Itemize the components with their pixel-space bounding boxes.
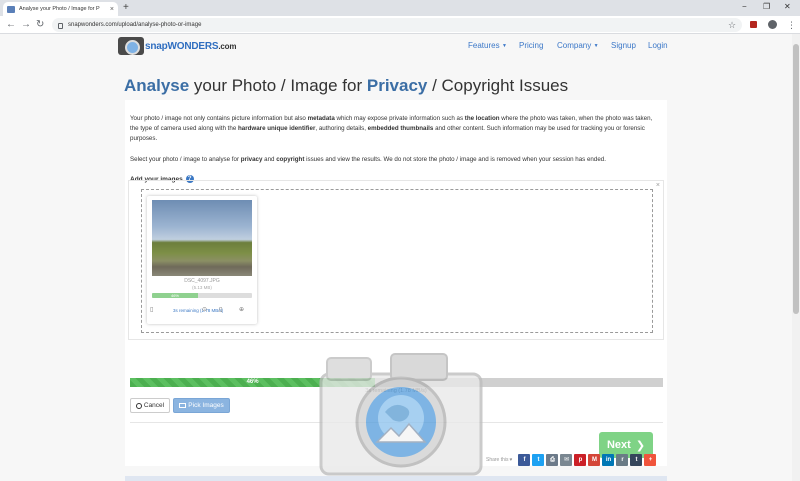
account-icon[interactable] <box>768 20 777 29</box>
camera-watermark-icon <box>319 353 483 476</box>
intro-text: Your photo / image not only contains pic… <box>130 115 308 122</box>
footer-strip <box>125 476 667 481</box>
scrollbar-thumb[interactable] <box>793 44 799 314</box>
image-icon <box>179 403 187 408</box>
window-restore-button[interactable]: ❐ <box>763 1 770 13</box>
nav-signup[interactable]: Signup <box>611 41 636 50</box>
forward-arrow-icon[interactable]: → <box>21 18 31 32</box>
tab-title: Analyse your Photo / Image for P <box>19 6 100 12</box>
window-minimize-button[interactable]: − <box>742 1 747 13</box>
file-card: DSC_4097.JPG (5.13 MB) 46% ▯ 3s remainin… <box>147 196 257 324</box>
share-bar: Share this ♥ f t ⎙ ✉ p M in r t + <box>486 454 657 466</box>
close-icon[interactable]: × <box>656 182 660 189</box>
share-label: Share this <box>486 457 509 463</box>
intro-text: which may expose private information suc… <box>334 115 465 122</box>
chevron-down-icon: ▼ <box>592 42 599 49</box>
logo-com: .com <box>218 41 237 51</box>
browser-tab[interactable]: Analyse your Photo / Image for P × <box>3 2 118 16</box>
tab-favicon-icon <box>7 5 15 13</box>
title-privacy: Privacy <box>366 76 428 95</box>
nav-login-label: Login <box>648 41 668 50</box>
ban-icon <box>135 402 142 409</box>
page-scrollbar[interactable] <box>792 34 800 481</box>
nav-signup-label: Signup <box>611 41 636 50</box>
nav-features[interactable]: Features ▼ <box>468 41 507 50</box>
extension-icon[interactable] <box>750 21 757 28</box>
gmail-share-button[interactable]: M <box>588 454 601 466</box>
file-actions: ▯ 3s remaining (1.78 MB/s) ⊙ ▯ ⊕ <box>147 306 257 318</box>
nav-features-label: Features <box>468 41 500 50</box>
nav-pricing-label: Pricing <box>519 41 544 50</box>
chevron-right-icon: ❯ <box>635 439 646 452</box>
logo-snap: snap <box>145 40 168 52</box>
nav-login[interactable]: Login <box>648 41 668 50</box>
file-remaining-text: 3s remaining (1.78 MB/s) <box>173 308 224 313</box>
back-arrow-icon[interactable]: ← <box>6 18 16 32</box>
file-size: (5.13 MB) <box>192 285 212 290</box>
trash-icon[interactable]: ▯ <box>150 306 153 313</box>
reddit-share-button[interactable]: r <box>616 454 629 466</box>
browser-toolbar: ← → ↻ snapwonders.com/upload/analyse-pho… <box>0 16 800 34</box>
address-bar[interactable]: snapwonders.com/upload/analyse-photo-or-… <box>52 18 742 32</box>
chevron-down-icon: ▼ <box>500 42 507 49</box>
url-text: snapwonders.com/upload/analyse-photo-or-… <box>68 22 202 28</box>
upload-dropzone[interactable]: × DSC_4097.JPG (5.13 MB) 46% ▯ 3s remain… <box>128 180 664 340</box>
nav-company-label: Company <box>557 41 592 50</box>
lock-icon <box>58 23 63 29</box>
title-middle: your Photo / Image for <box>189 76 367 95</box>
intro-bold: metadata <box>307 115 335 122</box>
camera-logo-icon <box>118 37 144 55</box>
file-name: DSC_4097.JPG <box>184 278 220 284</box>
facebook-share-button[interactable]: f <box>518 454 531 466</box>
intro-bold: embedded thumbnails <box>367 124 434 132</box>
new-tab-button[interactable]: + <box>123 2 129 14</box>
next-label: Next <box>606 439 631 451</box>
intro-bold: privacy <box>240 156 263 163</box>
info-icon[interactable]: ⊙ <box>202 306 207 313</box>
intro-text: issues and view the results. We do not s… <box>304 156 606 163</box>
title-analyse: Analyse <box>124 76 190 95</box>
reload-icon[interactable]: ↻ <box>36 18 44 32</box>
cancel-button[interactable]: Cancel <box>130 398 170 413</box>
intro-text: and <box>262 156 277 163</box>
intro-bold: hardware unique identifier <box>238 124 316 132</box>
site-logo[interactable]: snapWONDERS.com <box>118 36 236 56</box>
file-progress-bar: 46% <box>152 293 252 298</box>
intro-paragraph: Your photo / image not only contains pic… <box>130 114 660 143</box>
more-share-button[interactable]: + <box>644 454 657 466</box>
pick-images-button[interactable]: Pick Images <box>173 398 230 413</box>
file-progress-fill: 46% <box>152 293 198 298</box>
tab-close-icon[interactable]: × <box>110 6 114 13</box>
cancel-label: Cancel <box>143 402 165 409</box>
image-thumbnail <box>152 200 252 276</box>
drop-area[interactable]: DSC_4097.JPG (5.13 MB) 46% ▯ 3s remainin… <box>141 189 653 333</box>
logo-text: snapWONDERS.com <box>145 41 236 52</box>
twitter-share-button[interactable]: t <box>532 454 545 466</box>
intro-text: Select your photo / image to analyse for <box>130 156 241 163</box>
instructions-paragraph: Select your photo / image to analyse for… <box>130 156 660 163</box>
nav-company[interactable]: Company ▼ <box>557 41 599 50</box>
window-close-button[interactable]: ✕ <box>784 1 791 13</box>
browser-tab-bar: Analyse your Photo / Image for P × + − ❐… <box>0 0 800 16</box>
intro-bold: the location <box>464 115 500 122</box>
pick-images-label: Pick Images <box>188 402 224 409</box>
browser-menu-icon[interactable]: ⋮ <box>787 18 796 32</box>
linkedin-share-button[interactable]: in <box>602 454 615 466</box>
logo-wonders: WONDERS <box>167 40 219 52</box>
tumblr-share-button[interactable]: t <box>630 454 643 466</box>
delete-icon[interactable]: ▯ <box>219 306 222 313</box>
bookmark-star-icon[interactable]: ☆ <box>728 18 736 32</box>
page-title: Analyse your Photo / Image for Privacy /… <box>124 76 568 96</box>
print-share-button[interactable]: ⎙ <box>546 454 559 466</box>
page-content: snapWONDERS.com Features ▼ Pricing Compa… <box>0 34 792 481</box>
intro-text: , authoring details, <box>315 124 368 132</box>
email-share-button[interactable]: ✉ <box>560 454 573 466</box>
heart-icon: ♥ <box>509 457 513 463</box>
zoom-icon[interactable]: ⊕ <box>239 306 244 313</box>
intro-bold: copyright <box>276 156 305 163</box>
nav-pricing[interactable]: Pricing <box>519 41 543 50</box>
title-end: / Copyright Issues <box>427 76 569 95</box>
pinterest-share-button[interactable]: p <box>574 454 587 466</box>
